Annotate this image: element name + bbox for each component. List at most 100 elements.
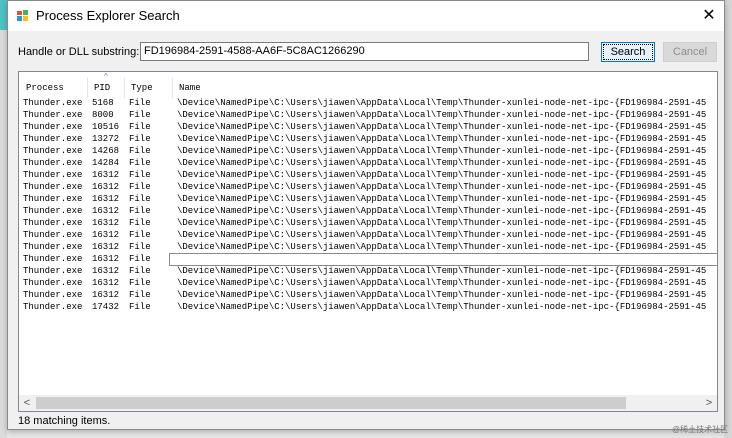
background-accent	[0, 0, 7, 30]
cell-pid: 10516	[92, 122, 120, 132]
cell-pid: 14284	[92, 158, 120, 168]
cell-pid: 16312	[92, 194, 120, 204]
cell-process: Thunder.exe	[23, 122, 83, 132]
cell-process: Thunder.exe	[23, 98, 83, 108]
column-header-name[interactable]: Name	[173, 78, 717, 98]
cell-type: File	[129, 218, 151, 228]
table-row[interactable]: Thunder.exe 5168 File \Device\NamedPipe\C:\…	[19, 97, 717, 109]
cell-name: \Device\NamedPipe\C:\Users\jiawen\AppDat…	[177, 134, 707, 144]
title-bar[interactable]: Process Explorer Search ✕	[8, 1, 724, 31]
column-header-pid-label: PID	[94, 83, 111, 93]
cell-process: Thunder.exe	[23, 134, 83, 144]
cell-pid: 17432	[92, 302, 120, 312]
cancel-button[interactable]: Cancel	[663, 42, 717, 62]
scroll-left-icon[interactable]: <	[19, 395, 35, 411]
cell-pid: 16312	[92, 242, 120, 252]
cell-pid: 16312	[92, 266, 120, 276]
cell-name: \Device\NamedPipe\C:\Users\jiawen\AppDat…	[177, 98, 707, 108]
search-dialog: Process Explorer Search ✕ Handle or DLL …	[7, 0, 725, 430]
close-icon: ✕	[702, 7, 716, 24]
table-row[interactable]: Thunder.exe 16312 File \Device\NamedPipe\C:…	[19, 289, 717, 301]
table-row[interactable]: Thunder.exe 14268 File \Device\NamedPipe\C:…	[19, 145, 717, 157]
cell-type: File	[129, 302, 151, 312]
cell-process: Thunder.exe	[23, 290, 83, 300]
cell-process: Thunder.exe	[23, 242, 83, 252]
cell-pid: 16312	[92, 230, 120, 240]
cell-process: Thunder.exe	[23, 158, 83, 168]
cell-name: \Device\NamedPipe\C:\Users\jiawen\AppDat…	[177, 218, 707, 228]
cell-type: File	[129, 110, 151, 120]
results-list[interactable]: Process PID ^ Type Name Thunder.exe 5168 F…	[18, 71, 718, 412]
column-header-process[interactable]: Process	[19, 78, 88, 98]
cell-type: File	[129, 254, 151, 264]
result-rows: Thunder.exe 5168 File \Device\NamedPipe\C:\…	[19, 97, 717, 313]
cell-name: \Device\NamedPipe\C:\Users\jiawen\AppDat…	[177, 206, 707, 216]
cell-type: File	[129, 278, 151, 288]
table-row[interactable]: Thunder.exe 16312 File \Device\NamedPipe\C:…	[19, 241, 717, 253]
table-row[interactable]: Thunder.exe 16312 File \Device\NamedPipe\C:…	[19, 181, 717, 193]
cell-name: \Device\NamedPipe\C:\Users\jiawen\AppDat…	[177, 158, 707, 168]
cell-type: File	[129, 290, 151, 300]
table-row[interactable]: Thunder.exe 16312 File \Device\NamedPipe\C:…	[19, 193, 717, 205]
cell-pid: 16312	[92, 290, 120, 300]
cell-name: \Device\NamedPipe\C:\Users\jiawen\AppDat…	[177, 302, 707, 312]
cell-pid: 16312	[92, 254, 120, 264]
table-row[interactable]: Thunder.exe 16312 File \Device\NamedPipe\C:…	[19, 229, 717, 241]
table-row[interactable]: Thunder.exe 14284 File \Device\NamedPipe\C:…	[19, 157, 717, 169]
column-header-type[interactable]: Type	[125, 78, 173, 98]
scroll-right-icon[interactable]: >	[701, 395, 717, 411]
cell-name: \Device\NamedPipe\C:\Users\jiawen\AppDat…	[177, 194, 707, 204]
cell-type: File	[129, 158, 151, 168]
highlighted-row-tooltip-frame	[169, 253, 717, 266]
cell-type: File	[129, 230, 151, 240]
cell-pid: 16312	[92, 218, 120, 228]
cell-type: File	[129, 266, 151, 276]
cell-name: \Device\NamedPipe\C:\Users\jiawen\AppDat…	[177, 170, 707, 180]
cell-name: \Device\NamedPipe\C:\Users\jiawen\AppDat…	[177, 266, 707, 276]
cell-process: Thunder.exe	[23, 230, 83, 240]
cell-pid: 16312	[92, 206, 120, 216]
cell-process: Thunder.exe	[23, 218, 83, 228]
cell-process: Thunder.exe	[23, 206, 83, 216]
scrollbar-thumb[interactable]	[36, 397, 626, 409]
cell-type: File	[129, 98, 151, 108]
cell-pid: 13272	[92, 134, 120, 144]
background-window-right	[724, 0, 732, 438]
cell-process: Thunder.exe	[23, 146, 83, 156]
cell-name: \Device\NamedPipe\C:\Users\jiawen\AppDat…	[177, 230, 707, 240]
cell-type: File	[129, 134, 151, 144]
cell-process: Thunder.exe	[23, 182, 83, 192]
table-row[interactable]: Thunder.exe 16312 File \Device\NamedPipe\C:…	[19, 169, 717, 181]
table-row[interactable]: Thunder.exe 16312 File \Device\NamedPipe\C:…	[19, 205, 717, 217]
table-row[interactable]: Thunder.exe 16312 File \Device\NamedPipe\C:…	[19, 217, 717, 229]
cell-type: File	[129, 194, 151, 204]
close-button[interactable]: ✕	[694, 1, 724, 31]
table-row[interactable]: Thunder.exe 8000 File \Device\NamedPipe\C:\…	[19, 109, 717, 121]
cell-process: Thunder.exe	[23, 278, 83, 288]
substring-input[interactable]: FD196984-2591-4588-AA6F-5C8AC1266290	[140, 42, 589, 61]
table-row[interactable]: Thunder.exe 10516 File \Device\NamedPipe\C:…	[19, 121, 717, 133]
column-header-pid[interactable]: PID	[88, 78, 125, 98]
cell-process: Thunder.exe	[23, 110, 83, 120]
cell-type: File	[129, 122, 151, 132]
cell-name: \Device\NamedPipe\C:\Users\jiawen\AppDat…	[177, 242, 707, 252]
cell-name: \Device\NamedPipe\C:\Users\jiawen\AppDat…	[177, 122, 707, 132]
cell-pid: 16312	[92, 278, 120, 288]
cell-pid: 14268	[92, 146, 120, 156]
cell-pid: 16312	[92, 170, 120, 180]
cell-name: \Device\NamedPipe\C:\Users\jiawen\AppDat…	[177, 110, 707, 120]
substring-label: Handle or DLL substring:	[18, 46, 140, 58]
cell-name: \Device\NamedPipe\C:\Users\jiawen\AppDat…	[177, 146, 707, 156]
table-row[interactable]: Thunder.exe 17432 File \Device\NamedPipe\C:…	[19, 301, 717, 313]
sort-ascending-icon: ^	[104, 72, 108, 81]
table-row[interactable]: Thunder.exe 16312 File \Device\NamedPipe\C:…	[19, 277, 717, 289]
cell-process: Thunder.exe	[23, 302, 83, 312]
table-row[interactable]: Thunder.exe 16312 File \Device\NamedPipe\C:…	[19, 265, 717, 277]
search-button[interactable]: Search	[601, 42, 655, 62]
horizontal-scrollbar[interactable]: < >	[19, 395, 717, 411]
status-text: 18 matching items.	[18, 415, 111, 427]
table-row[interactable]: Thunder.exe 13272 File \Device\NamedPipe\C:…	[19, 133, 717, 145]
cell-pid: 16312	[92, 182, 120, 192]
cell-type: File	[129, 170, 151, 180]
cell-process: Thunder.exe	[23, 170, 83, 180]
